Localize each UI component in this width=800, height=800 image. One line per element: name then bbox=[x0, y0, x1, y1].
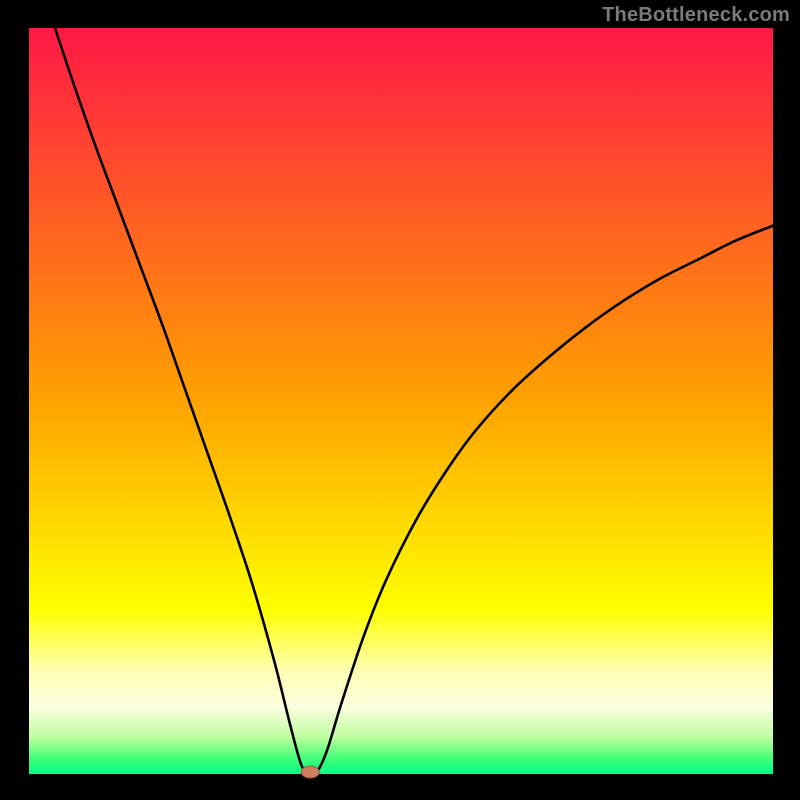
bottleneck-marker bbox=[301, 766, 319, 778]
chart-plot-bg bbox=[29, 28, 773, 774]
bottleneck-chart bbox=[0, 0, 800, 800]
chart-frame: TheBottleneck.com bbox=[0, 0, 800, 800]
watermark-text: TheBottleneck.com bbox=[602, 4, 790, 27]
